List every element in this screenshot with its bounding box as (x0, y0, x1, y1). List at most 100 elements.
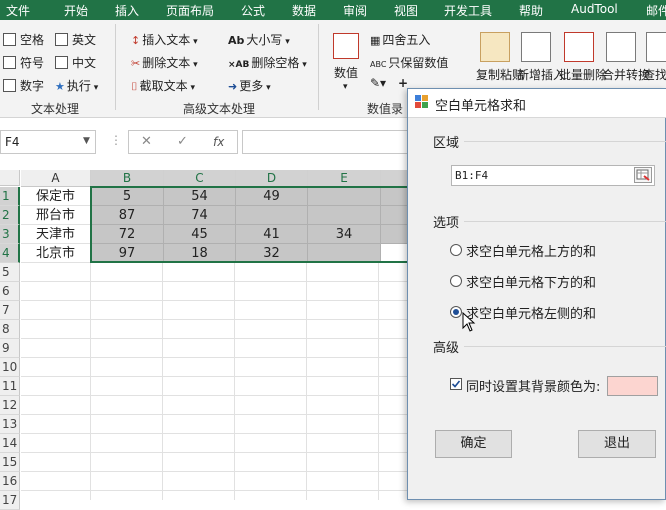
insert-new-button[interactable]: 新增插入 (517, 66, 565, 83)
value-icon (333, 33, 359, 59)
cancel-icon[interactable]: ✕ (141, 134, 152, 149)
cell-d2[interactable] (236, 206, 308, 225)
row-header[interactable]: 7 (0, 301, 20, 320)
option-radio-below[interactable] (450, 275, 462, 287)
tab-home[interactable]: 开始 (64, 2, 88, 19)
cell-e1[interactable] (308, 187, 381, 206)
region-label: 区域 (433, 136, 460, 151)
edit-icon[interactable]: ✎▾ (370, 76, 386, 90)
cell-e3[interactable]: 34 (308, 225, 381, 244)
row-header[interactable]: 13 (0, 415, 20, 434)
row-header[interactable]: 4 (0, 244, 20, 263)
cell-e4[interactable] (308, 244, 381, 263)
tab-data[interactable]: 数据 (292, 2, 316, 19)
delete-text-button[interactable]: ✂ 删除文本 ▾ (131, 54, 198, 71)
column-header-d[interactable]: D (236, 170, 308, 188)
cell-c3[interactable]: 45 (164, 225, 236, 244)
formula-actions: ✕ ✓ fx (128, 130, 238, 154)
cell-d3[interactable]: 41 (236, 225, 308, 244)
exit-button[interactable]: 退出 (578, 430, 656, 458)
tab-page-layout[interactable]: 页面布局 (166, 2, 214, 19)
checkbox-number[interactable]: 数字 (3, 77, 44, 94)
column-header-b[interactable]: B (91, 170, 164, 188)
cell-c1[interactable]: 54 (164, 187, 236, 206)
row-header[interactable]: 8 (0, 320, 20, 339)
cell-b2[interactable]: 87 (91, 206, 164, 225)
mouse-cursor-icon (462, 311, 476, 335)
row-header[interactable]: 14 (0, 434, 20, 453)
delete-space-button[interactable]: ×AB 删除空格 ▾ (228, 54, 307, 71)
case-button[interactable]: Ab 大小写 ▾ (228, 31, 290, 48)
confirm-icon[interactable]: ✓ (177, 134, 188, 149)
option-radio-above[interactable] (450, 244, 462, 256)
checkbox-english[interactable]: 英文 (55, 31, 96, 48)
formula-input[interactable] (242, 130, 412, 154)
name-box[interactable]: F4 ▼ (0, 130, 96, 154)
column-header-e[interactable]: E (308, 170, 381, 188)
row-header[interactable]: 1 (0, 187, 20, 206)
cell-a1[interactable]: 保定市 (21, 187, 91, 206)
cell-b1[interactable]: 5 (91, 187, 164, 206)
round-button[interactable]: ▦ 四舍五入 (370, 31, 430, 48)
option-label-above[interactable]: 求空白单元格上方的和 (466, 241, 596, 260)
checkbox-chinese[interactable]: 中文 (55, 54, 96, 71)
row-header[interactable]: 5 (0, 263, 20, 282)
cell-c4[interactable]: 18 (164, 244, 236, 263)
cell-e2[interactable] (308, 206, 381, 225)
tab-developer[interactable]: 开发工具 (444, 2, 492, 19)
insert-text-button[interactable]: ↕ 插入文本 ▾ (131, 31, 198, 48)
dialog-titlebar[interactable]: 空白单元格求和 (408, 89, 666, 118)
column-header-a[interactable]: A (21, 170, 91, 187)
cell-b4[interactable]: 97 (91, 244, 164, 263)
cell-b3[interactable]: 72 (91, 225, 164, 244)
checkbox-symbol[interactable]: 符号 (3, 54, 44, 71)
cell-d4[interactable]: 32 (236, 244, 308, 263)
cell-a3[interactable]: 天津市 (21, 225, 91, 244)
function-icon[interactable]: fx (213, 135, 224, 149)
row-header[interactable]: 2 (0, 206, 20, 225)
cell-a2[interactable]: 邢台市 (21, 206, 91, 225)
row-header[interactable]: 17 (0, 491, 20, 510)
row-header[interactable]: 9 (0, 339, 20, 358)
select-all-corner[interactable] (0, 170, 20, 186)
run-button[interactable]: ★ 执行 ▾ (55, 77, 98, 94)
bg-color-swatch[interactable] (607, 376, 658, 396)
row-header[interactable]: 10 (0, 358, 20, 377)
tab-formulas[interactable]: 公式 (241, 2, 265, 19)
bg-color-checkbox[interactable] (450, 378, 462, 390)
option-label-left[interactable]: 求空白单元格左侧的和 (466, 303, 596, 322)
batch-delete-button[interactable]: 批量删除 (559, 66, 607, 83)
chevron-down-icon: ▼ (83, 136, 90, 146)
option-label-below[interactable]: 求空白单元格下方的和 (466, 272, 596, 291)
cell-d1[interactable]: 49 (236, 187, 308, 206)
more-button[interactable]: ➜ 更多 ▾ (228, 77, 271, 94)
row-header[interactable]: 3 (0, 225, 20, 244)
column-header-c[interactable]: C (164, 170, 236, 188)
find-locate-button[interactable]: 查找定位 (643, 66, 666, 83)
row-header[interactable]: 6 (0, 282, 20, 301)
tab-review[interactable]: 审阅 (343, 2, 367, 19)
range-picker-icon[interactable] (634, 167, 652, 183)
insert-text-label: 插入文本 (142, 33, 191, 47)
tab-mail[interactable]: 邮件 (646, 2, 666, 19)
keep-value-button[interactable]: ABC 只保留数值 (370, 54, 448, 71)
empty-cells[interactable] (21, 263, 411, 500)
cell-a4[interactable]: 北京市 (21, 244, 91, 263)
row-header[interactable]: 16 (0, 472, 20, 491)
row-header[interactable]: 15 (0, 453, 20, 472)
tab-file[interactable]: 文件 (6, 2, 30, 19)
tab-help[interactable]: 帮助 (519, 2, 543, 19)
extract-text-button[interactable]: ⌷ 截取文本 ▾ (131, 77, 195, 94)
arrow-right-icon: ➜ (228, 80, 238, 93)
range-input[interactable]: B1:F4 (451, 165, 655, 186)
row-header[interactable]: 12 (0, 396, 20, 415)
tab-audtool[interactable]: AudTool (571, 2, 618, 16)
value-button[interactable]: 数值 (334, 64, 358, 81)
cell-c2[interactable]: 74 (164, 206, 236, 225)
confirm-button[interactable]: 确定 (435, 430, 512, 458)
option-radio-left[interactable] (450, 306, 462, 318)
row-header[interactable]: 11 (0, 377, 20, 396)
tab-insert[interactable]: 插入 (115, 2, 139, 19)
tab-view[interactable]: 视图 (394, 2, 418, 19)
checkbox-space[interactable]: 空格 (3, 31, 44, 48)
